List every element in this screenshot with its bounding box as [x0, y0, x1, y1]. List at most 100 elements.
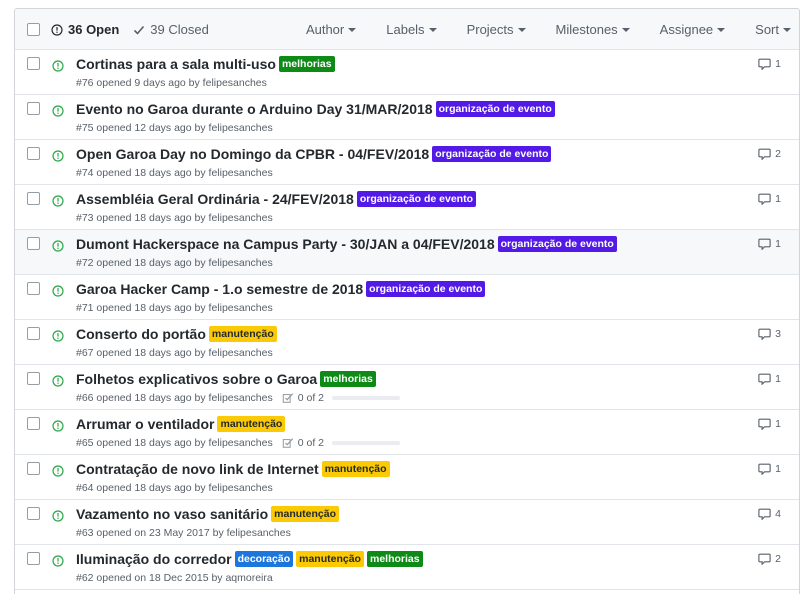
issue-checkbox[interactable]	[27, 417, 40, 430]
issue-opened-icon	[52, 509, 64, 527]
issue-title-line: Arrumar o ventilador manutenção	[76, 416, 286, 432]
issue-opened-icon	[52, 374, 64, 392]
comments-link[interactable]: 1	[758, 58, 781, 70]
issue-title-link[interactable]: Contratação de novo link de Internet	[76, 461, 319, 477]
issue-title-link[interactable]: Iluminação do corredor	[76, 551, 232, 567]
issue-checkbox[interactable]	[27, 282, 40, 295]
issue-meta-text: #65 opened 18 days ago by felipesanches	[76, 437, 273, 449]
issue-label[interactable]: organização de evento	[435, 101, 555, 117]
issue-title-line: Cortinas para a sala multi-uso melhorias	[76, 56, 335, 72]
issue-checkbox[interactable]	[27, 327, 40, 340]
caret-down-icon	[428, 28, 437, 32]
comment-count: 1	[775, 463, 781, 475]
issue-state-toggle: 36 Open 39 Closed	[51, 22, 223, 37]
issue-title-line: Folhetos explicativos sobre o Garoa melho…	[76, 371, 376, 387]
issue-title-line: Vazamento no vaso sanitário manutenção	[76, 506, 340, 522]
issue-meta-text: #74 opened 18 days ago by felipesanches	[76, 167, 273, 179]
issue-label[interactable]: manutenção	[321, 461, 390, 477]
comment-count: 1	[775, 238, 781, 250]
issue-meta-text: #75 opened 12 days ago by felipesanches	[76, 122, 273, 134]
issue-meta-text: #66 opened 18 days ago by felipesanches	[76, 392, 273, 404]
issue-opened-icon	[52, 554, 64, 572]
issue-title-link[interactable]: Assembléia Geral Ordinária - 24/FEV/2018	[76, 191, 354, 207]
comments-link[interactable]: 1	[758, 418, 781, 430]
comment-icon	[758, 193, 775, 205]
issue-label[interactable]: organização de evento	[497, 236, 617, 252]
issue-title-link[interactable]: Evento no Garoa durante o Arduino Day 31…	[76, 101, 433, 117]
issue-meta-text: #62 opened on 18 Dec 2015 by aqmoreira	[76, 572, 273, 584]
issue-title-link[interactable]: Vazamento no vaso sanitário	[76, 506, 268, 522]
issue-label[interactable]: manutenção	[271, 506, 340, 522]
issue-opened-icon	[52, 149, 64, 167]
issue-row: Garoa Hacker Camp - 1.o semestre de 2018…	[15, 275, 799, 320]
issue-opened-icon	[52, 104, 64, 122]
issue-title-link[interactable]: Dumont Hackerspace na Campus Party - 30/…	[76, 236, 495, 252]
issue-opened-icon	[52, 239, 64, 257]
issue-label[interactable]: organização de evento	[356, 191, 477, 207]
milestones-filter[interactable]: Milestones	[541, 22, 645, 37]
issue-label[interactable]: manutenção	[296, 551, 364, 567]
comment-count: 1	[775, 373, 781, 385]
comments-link[interactable]: 3	[758, 328, 781, 340]
issue-label[interactable]: organização de evento	[366, 281, 486, 297]
issue-meta-text: #73 opened 18 days ago by felipesanches	[76, 212, 273, 224]
issue-label[interactable]: decoração	[234, 551, 294, 567]
caret-down-icon	[348, 28, 357, 32]
issue-opened-icon	[52, 464, 64, 482]
issue-label[interactable]: melhorias	[320, 371, 376, 387]
open-issues-link[interactable]: 36 Open	[51, 22, 119, 37]
labels-filter[interactable]: Labels	[371, 22, 451, 37]
comments-link[interactable]: 1	[758, 373, 781, 385]
issue-title-line: Assembléia Geral Ordinária - 24/FEV/2018…	[76, 191, 477, 207]
issue-title-link[interactable]: Folhetos explicativos sobre o Garoa	[76, 371, 317, 387]
check-icon	[134, 25, 145, 35]
issue-meta: #65 opened 18 days ago by felipesanches 0…	[76, 437, 401, 449]
filter-bar: Author Labels Projects Milestones Assign…	[291, 22, 799, 37]
issue-checkbox[interactable]	[27, 507, 40, 520]
projects-filter[interactable]: Projects	[452, 22, 541, 37]
issue-title-link[interactable]: Cortinas para a sala multi-uso	[76, 56, 276, 72]
comment-count: 4	[775, 508, 781, 520]
select-all-checkbox[interactable]	[27, 23, 40, 36]
issue-checkbox[interactable]	[27, 57, 40, 70]
issue-label[interactable]: organização de evento	[432, 146, 552, 162]
issue-title-link[interactable]: Arrumar o ventilador	[76, 416, 214, 432]
comments-link[interactable]: 4	[758, 508, 781, 520]
caret-down-icon	[517, 28, 526, 32]
comment-count: 3	[775, 328, 781, 340]
issue-checkbox[interactable]	[27, 552, 40, 565]
comments-link[interactable]: 1	[758, 463, 781, 475]
issue-meta: #67 opened 18 days ago by felipesanches	[76, 347, 273, 359]
issue-checkbox[interactable]	[27, 102, 40, 115]
comments-link[interactable]: 1	[758, 238, 781, 250]
issue-label[interactable]: manutenção	[208, 326, 277, 342]
comments-link[interactable]: 2	[758, 553, 781, 565]
issue-checkbox[interactable]	[27, 372, 40, 385]
assignee-filter[interactable]: Assignee	[645, 22, 740, 37]
issue-title-link[interactable]: Conserto do portão	[76, 326, 206, 342]
open-count: 36 Open	[68, 22, 120, 37]
issue-title-line: Conserto do portão manutenção	[76, 326, 277, 342]
comments-link[interactable]: 1	[758, 193, 781, 205]
issue-checkbox[interactable]	[27, 462, 40, 475]
issue-meta: #72 opened 18 days ago by felipesanches	[76, 257, 273, 269]
comment-icon	[758, 508, 775, 520]
issue-label[interactable]: melhorias	[278, 56, 335, 72]
issue-checkbox[interactable]	[27, 147, 40, 160]
issue-label[interactable]: melhorias	[366, 551, 423, 567]
issue-label[interactable]: manutenção	[217, 416, 286, 432]
sort-filter[interactable]: Sort	[740, 22, 799, 37]
issue-checkbox[interactable]	[27, 237, 40, 250]
issue-title-link[interactable]: Garoa Hacker Camp - 1.o semestre de 2018	[76, 281, 363, 297]
comment-icon	[758, 58, 775, 70]
closed-issues-link[interactable]: 39 Closed	[133, 22, 209, 37]
issue-meta-text: #64 opened 18 days ago by felipesanches	[76, 482, 273, 494]
comments-link[interactable]: 2	[758, 148, 781, 160]
issue-checkbox[interactable]	[27, 192, 40, 205]
task-progress-bar	[332, 441, 401, 445]
issue-title-link[interactable]: Open Garoa Day no Domingo da CPBR - 04/F…	[76, 146, 429, 162]
issue-title-line: Contratação de novo link de Internet manu…	[76, 461, 390, 477]
issue-meta: #73 opened 18 days ago by felipesanches	[76, 212, 273, 224]
task-count: 0 of 2	[297, 392, 325, 404]
author-filter[interactable]: Author	[291, 22, 371, 37]
